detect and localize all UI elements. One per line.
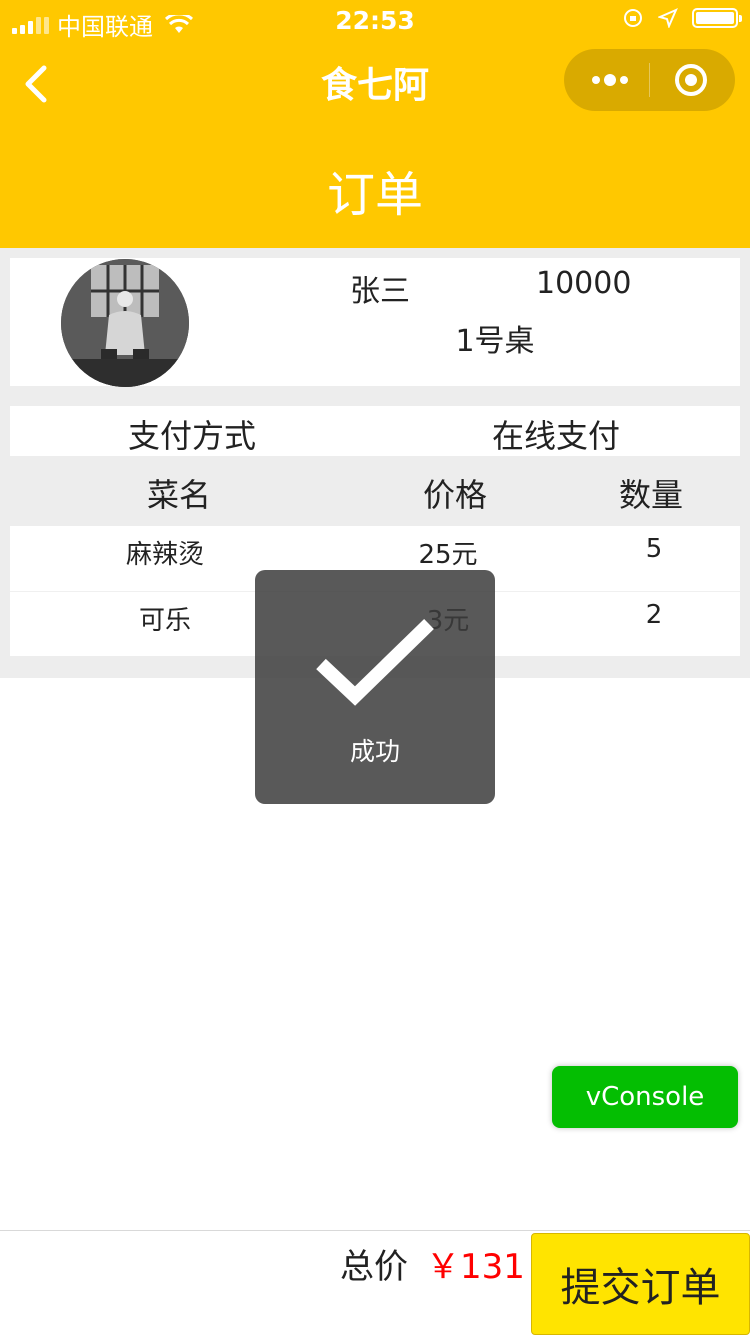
column-header-name: 菜名 [147,476,212,514]
table-number: 1号桌 [455,324,535,359]
status-bar: 中国联通 22:53 [0,0,750,41]
user-name: 张三 [350,274,410,309]
payment-value: 在线支付 [492,417,621,455]
header: 中国联通 22:53 食七阿 订单 [0,0,750,248]
total-price: ￥131 [426,1247,525,1287]
user-id: 10000 [536,266,632,301]
item-name: 可乐 [138,606,191,636]
payment-label: 支付方式 [128,417,257,455]
page-title: 订单 [326,167,423,223]
submit-order-button[interactable]: 提交订单 [531,1233,750,1335]
orientation-lock-icon [624,9,642,27]
total-label: 总价 [340,1247,408,1287]
more-dots-icon[interactable] [590,69,630,91]
status-right [622,7,742,29]
capsule-menu [564,49,735,111]
user-card: 张三 10000 1号桌 [10,258,740,387]
location-icon [658,8,678,28]
vconsole-button[interactable]: vConsole [552,1066,738,1128]
item-qty: 5 [645,534,663,564]
payment-row: 支付方式 在线支付 [10,406,740,456]
success-toast: 成功 [255,570,495,804]
battery-icon [692,8,742,28]
footer-bar: 总价 ￥131 提交订单 [0,1230,750,1335]
checkmark-icon [316,618,434,706]
close-miniprogram-icon[interactable] [674,63,708,97]
item-name: 麻辣烫 [125,540,204,570]
item-qty: 2 [645,600,663,630]
item-price: 25元 [418,540,478,570]
capsule-divider [649,63,650,97]
column-header-qty: 数量 [619,476,684,514]
column-header-price: 价格 [423,476,488,514]
toast-message: 成功 [349,737,400,766]
